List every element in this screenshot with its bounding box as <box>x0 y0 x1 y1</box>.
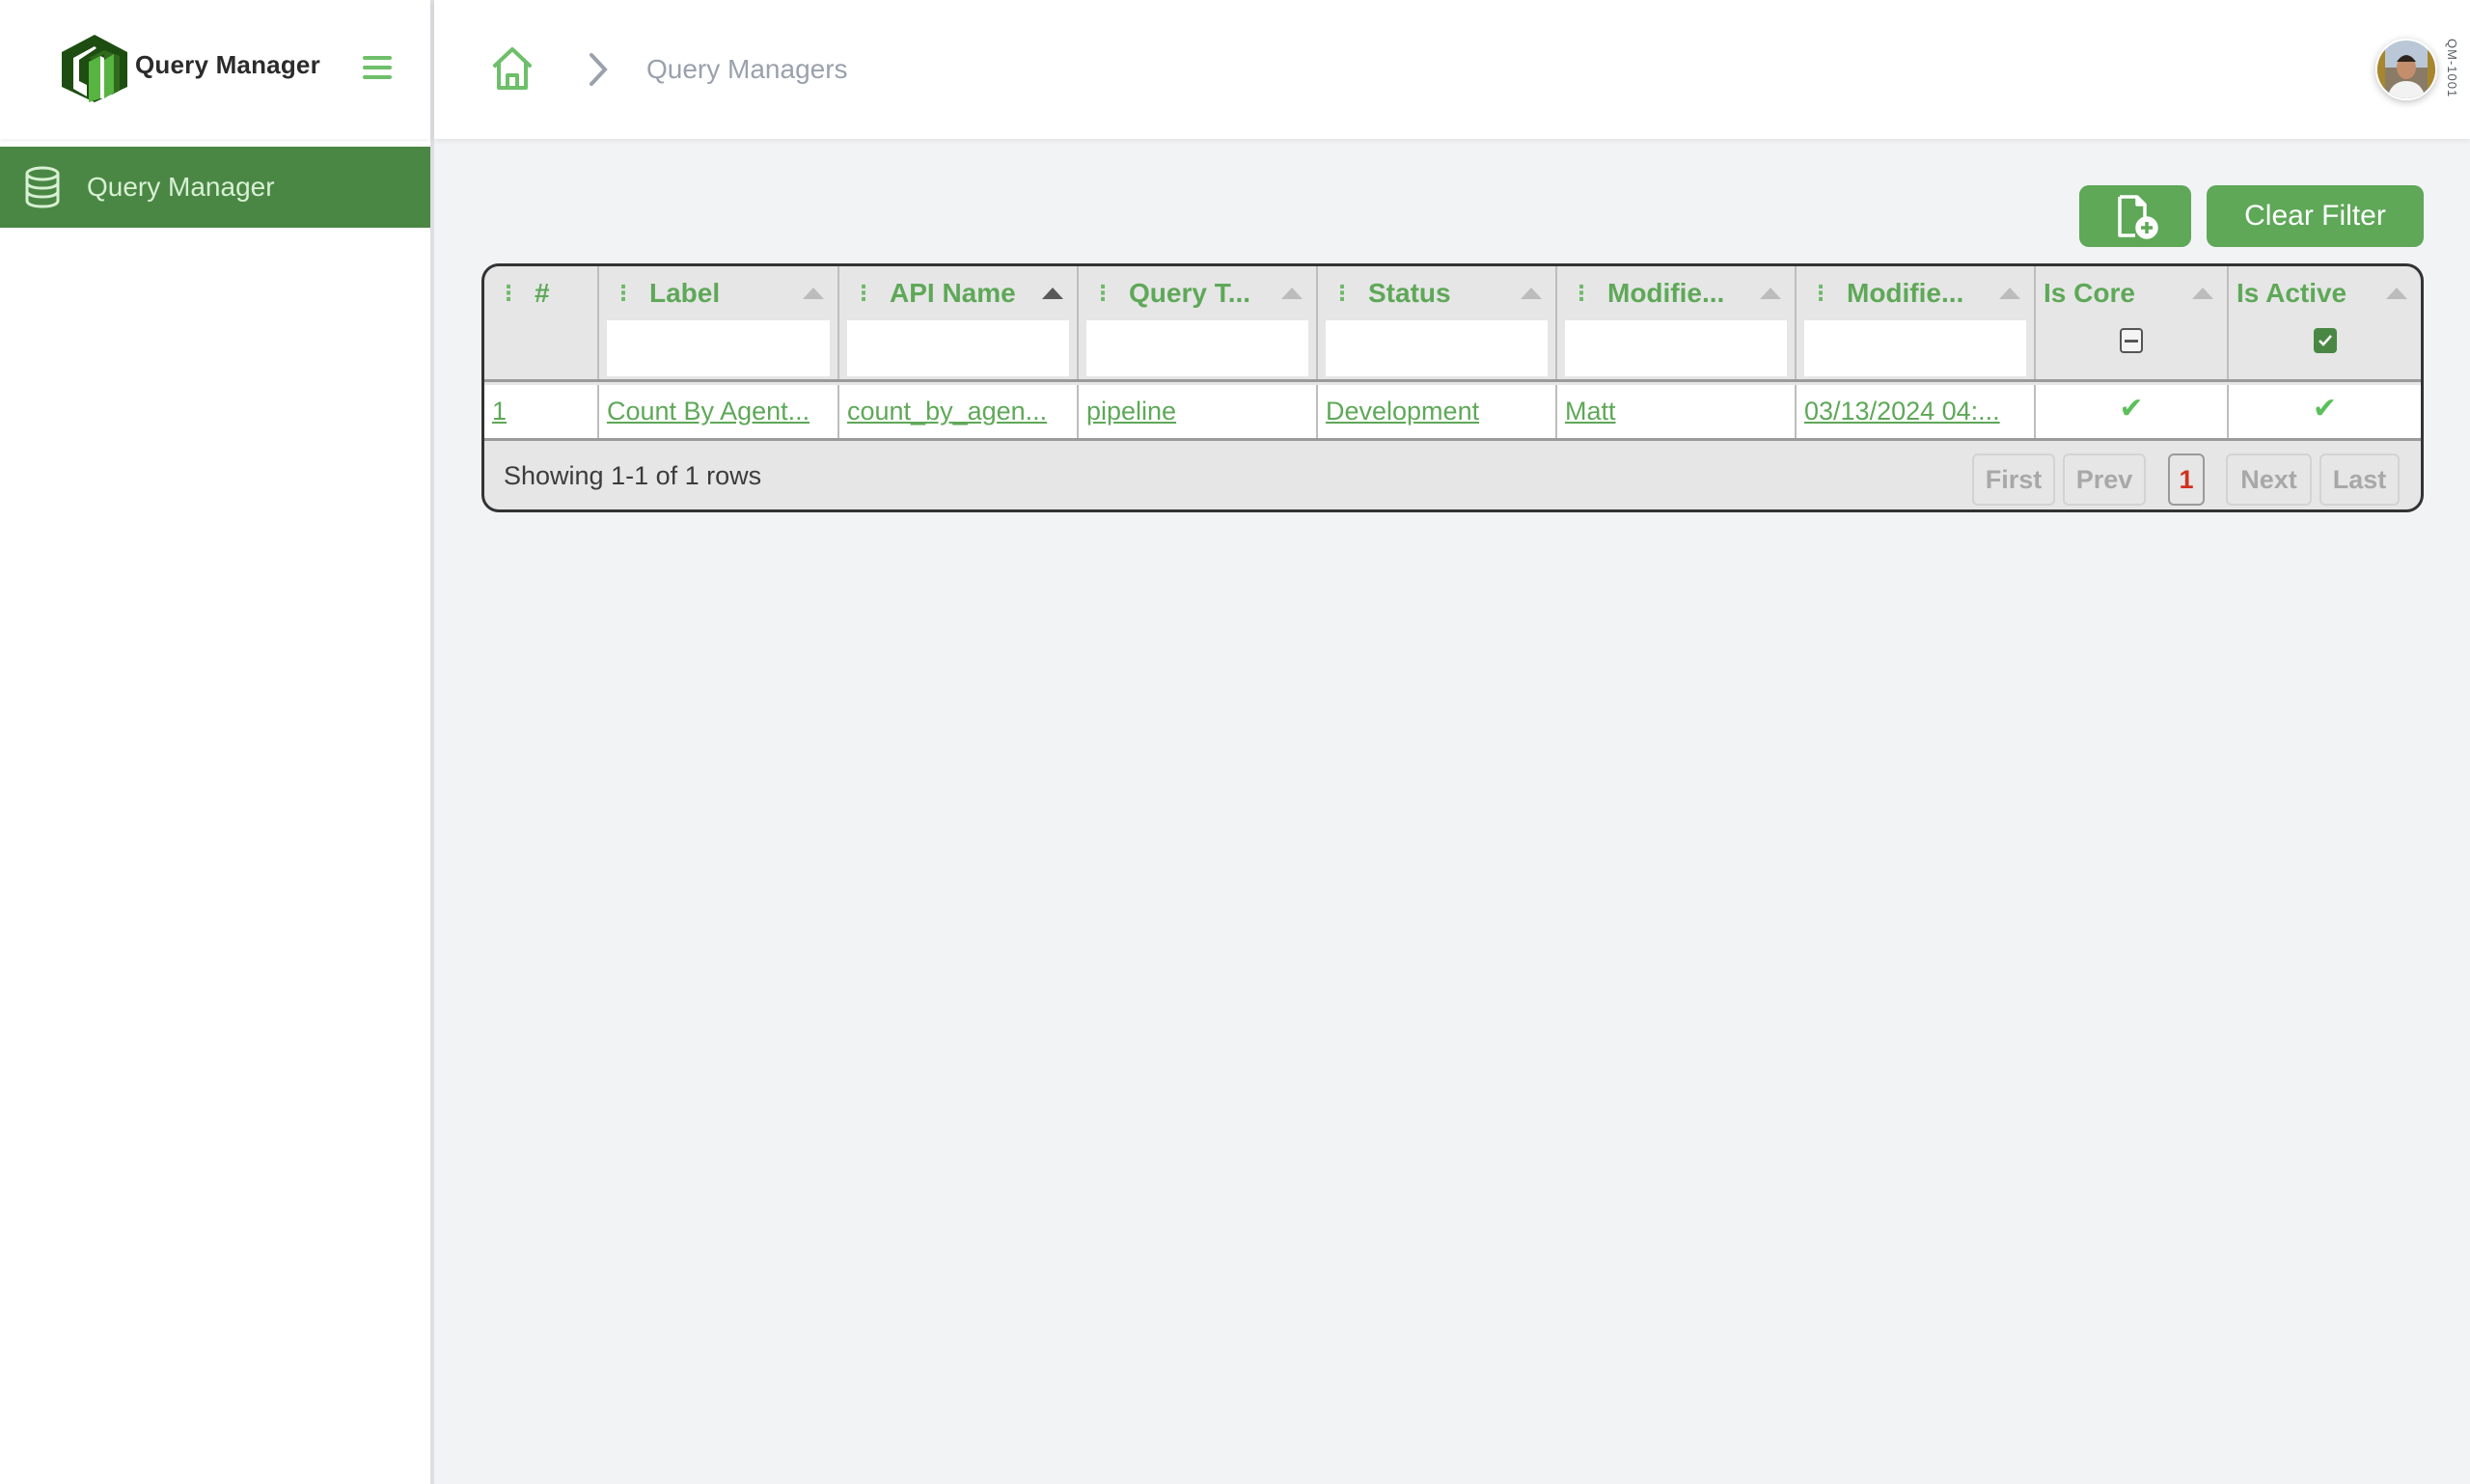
column-header-number[interactable]: ⋮ # <box>484 266 599 379</box>
cell-status: Development <box>1318 385 1557 438</box>
breadcrumb-current: Query Managers <box>646 54 848 84</box>
column-title: Is Active <box>2237 278 2347 308</box>
logo-icon[interactable] <box>58 33 131 104</box>
next-page-button[interactable]: Next <box>2226 453 2312 506</box>
check-icon <box>2318 335 2332 346</box>
drag-handle-icon[interactable]: ⋮ <box>1571 281 1592 306</box>
brand-bar: Query Manager <box>0 0 430 139</box>
prev-page-button[interactable]: Prev <box>2063 453 2146 506</box>
avatar[interactable] <box>2375 39 2437 100</box>
api-name-filter-input[interactable] <box>847 320 1069 376</box>
cell-number: 1 <box>484 385 599 438</box>
query-managers-table: ⋮ # ⋮ Label ⋮ API Name ⋮ Query T... ⋮ Status … <box>481 263 2424 512</box>
sort-icon[interactable] <box>1281 288 1303 299</box>
status-link[interactable]: Development <box>1326 397 1479 426</box>
current-page-button[interactable]: 1 <box>2168 453 2205 506</box>
file-add-icon <box>2118 195 2158 239</box>
database-icon <box>25 166 60 208</box>
sort-icon[interactable] <box>803 288 824 299</box>
cell-is-core: ✔ <box>2036 385 2229 438</box>
cell-query-type: pipeline <box>1079 385 1318 438</box>
home-icon[interactable] <box>492 46 533 91</box>
column-title: API Name <box>890 278 1016 308</box>
sort-icon[interactable] <box>2386 288 2407 299</box>
cell-modified-at: 03/13/2024 04:... <box>1797 385 2036 438</box>
cell-api-name: count_by_agen... <box>839 385 1079 438</box>
label-filter-input[interactable] <box>607 320 830 376</box>
new-query-button[interactable] <box>2079 185 2191 247</box>
brand-name: Query Manager <box>135 50 320 79</box>
is-active-filter-checkbox[interactable] <box>2313 328 2337 353</box>
column-title: Query T... <box>1129 278 1251 308</box>
check-icon: ✔ <box>2119 393 2144 425</box>
is-core-filter-checkbox[interactable] <box>2120 328 2143 353</box>
avatar-photo <box>2377 41 2435 98</box>
drag-handle-icon[interactable]: ⋮ <box>853 281 874 306</box>
column-title: Is Core <box>2044 278 2135 308</box>
table-row[interactable]: 1 Count By Agent... count_by_agen... pip… <box>484 385 2421 441</box>
query-type-filter-input[interactable] <box>1086 320 1308 376</box>
api-name-link[interactable]: count_by_agen... <box>847 397 1047 426</box>
sidebar-item-label: Query Manager <box>87 172 275 202</box>
status-filter-input[interactable] <box>1326 320 1548 376</box>
top-header: Query Managers QM-1001 <box>434 0 2470 139</box>
chevron-right-icon <box>590 53 608 86</box>
menu-toggle-icon[interactable] <box>363 56 392 81</box>
label-link[interactable]: Count By Agent... <box>607 397 810 426</box>
sidebar-item-query-manager[interactable]: Query Manager <box>0 147 430 228</box>
drag-handle-icon[interactable]: ⋮ <box>613 281 634 306</box>
column-header-label[interactable]: ⋮ Label <box>599 266 839 379</box>
cell-modified-by: Matt <box>1557 385 1797 438</box>
first-page-button[interactable]: First <box>1972 453 2055 506</box>
drag-handle-icon[interactable]: ⋮ <box>498 281 519 306</box>
query-type-link[interactable]: pipeline <box>1086 397 1176 426</box>
drag-handle-icon[interactable]: ⋮ <box>1331 281 1353 306</box>
clear-filter-button[interactable]: Clear Filter <box>2207 185 2424 247</box>
row-number-link[interactable]: 1 <box>492 397 507 426</box>
row-count: Showing 1-1 of 1 rows <box>504 461 762 490</box>
last-page-button[interactable]: Last <box>2319 453 2400 506</box>
column-title: Status <box>1368 278 1451 308</box>
sidebar: Query Manager Query Manager <box>0 0 434 1484</box>
check-icon: ✔ <box>2312 393 2338 425</box>
sort-icon[interactable] <box>1999 288 2020 299</box>
column-title: Label <box>649 278 721 308</box>
cell-label: Count By Agent... <box>599 385 839 438</box>
sort-icon[interactable] <box>1521 288 1542 299</box>
column-title: Modifie... <box>1847 278 1964 308</box>
column-title: Modifie... <box>1607 278 1725 308</box>
sort-icon[interactable] <box>1760 288 1781 299</box>
user-code: QM-1001 <box>2445 39 2459 98</box>
column-header-status[interactable]: ⋮ Status <box>1318 266 1557 379</box>
modified-at-link[interactable]: 03/13/2024 04:... <box>1804 397 2000 426</box>
sort-asc-icon[interactable] <box>1042 288 1063 299</box>
table-header: ⋮ # ⋮ Label ⋮ API Name ⋮ Query T... ⋮ Status … <box>484 266 2421 382</box>
cell-is-active: ✔ <box>2229 385 2421 438</box>
sort-icon[interactable] <box>2192 288 2213 299</box>
column-header-is-core[interactable]: Is Core <box>2036 266 2229 379</box>
column-header-query-type[interactable]: ⋮ Query T... <box>1079 266 1318 379</box>
column-header-modified-at[interactable]: ⋮ Modifie... <box>1797 266 2036 379</box>
drag-handle-icon[interactable]: ⋮ <box>1092 281 1113 306</box>
column-title: # <box>535 278 550 308</box>
column-header-api-name[interactable]: ⋮ API Name <box>839 266 1079 379</box>
column-header-modified-by[interactable]: ⋮ Modifie... <box>1557 266 1797 379</box>
column-header-is-active[interactable]: Is Active <box>2229 266 2421 379</box>
drag-handle-icon[interactable]: ⋮ <box>1810 281 1831 306</box>
modified-by-filter-input[interactable] <box>1565 320 1787 376</box>
table-footer: Showing 1-1 of 1 rows First Prev 1 Next … <box>484 444 2421 509</box>
modified-at-filter-input[interactable] <box>1804 320 2026 376</box>
modified-by-link[interactable]: Matt <box>1565 397 1616 426</box>
